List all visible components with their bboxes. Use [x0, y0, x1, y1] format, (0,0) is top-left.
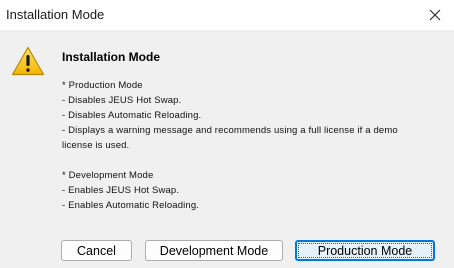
message-line: - Enables Automatic Reloading.: [62, 200, 200, 211]
message-line: - Disables JEUS Hot Swap.: [62, 95, 182, 106]
title-bar: Installation Mode: [0, 0, 454, 30]
message-line: * Production Mode: [62, 80, 143, 91]
message-line: - Enables JEUS Hot Swap.: [62, 185, 180, 196]
production-mode-button-label: Production Mode: [317, 243, 413, 258]
warning-icon: [11, 46, 45, 76]
development-mode-button-label: Development Mode: [159, 243, 269, 258]
development-mode-button[interactable]: Development Mode: [145, 240, 283, 261]
close-button[interactable]: [416, 0, 454, 30]
cancel-button-label: Cancel: [77, 243, 116, 258]
message-line: - Displays a warning message and recomme…: [62, 125, 398, 136]
message-line: - Disables Automatic Reloading.: [62, 110, 202, 121]
installation-mode-dialog: Installation Mode Installation Mode * Pr…: [0, 0, 454, 268]
dialog-heading: Installation Mode: [62, 50, 161, 64]
window-title: Installation Mode: [6, 7, 105, 22]
production-mode-button[interactable]: Production Mode: [295, 240, 435, 261]
close-icon: [429, 9, 441, 21]
message-line: * Development Mode: [62, 170, 154, 181]
dialog-message: * Production Mode - Disables JEUS Hot Sw…: [62, 78, 446, 213]
message-line: license is used.: [62, 140, 130, 151]
cancel-button[interactable]: Cancel: [61, 240, 132, 261]
